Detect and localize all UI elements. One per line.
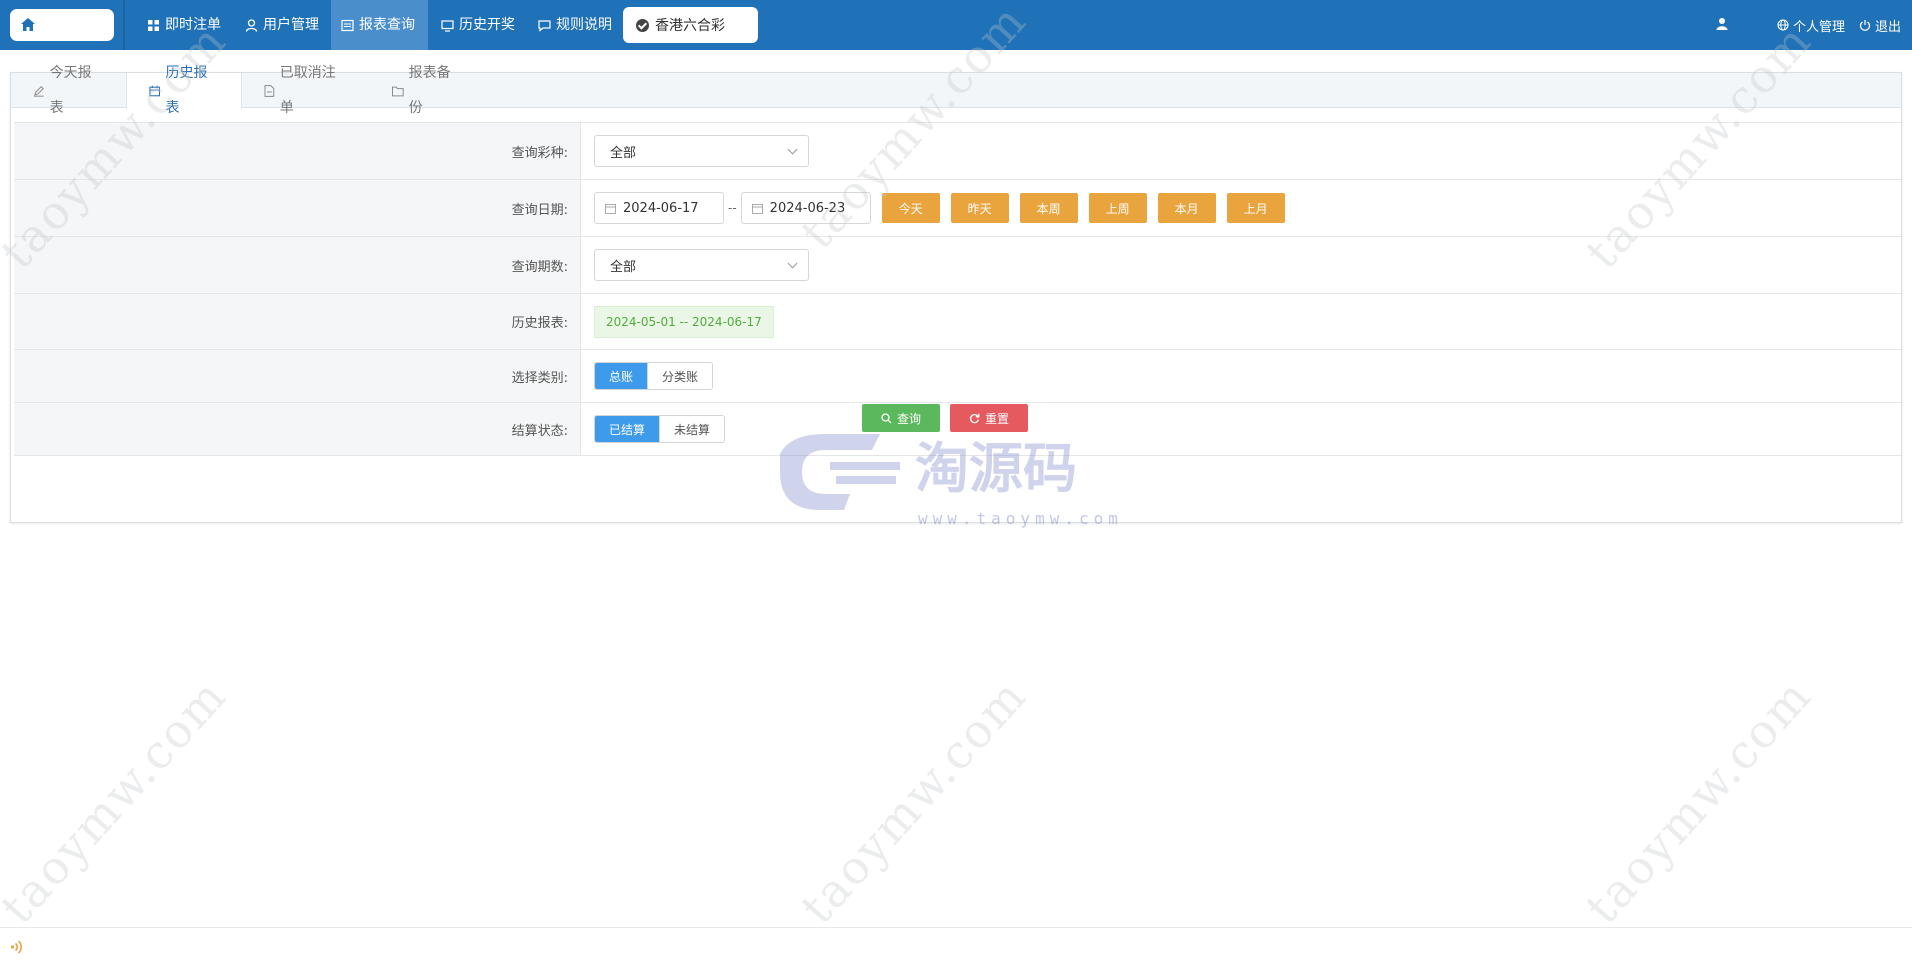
quick-this-month-button[interactable]: 本月 <box>1157 193 1216 223</box>
calendar-icon <box>751 203 763 214</box>
field-label: 查询彩种: <box>14 123 581 179</box>
calendar-icon <box>149 85 161 97</box>
date-separator: -- <box>728 201 737 215</box>
lottery-type-select[interactable]: 全部 <box>594 135 809 167</box>
period-select[interactable]: 全部 <box>594 249 809 281</box>
query-button[interactable]: 查询 <box>862 404 940 432</box>
form-row-lottery-type: 查询彩种: 全部 <box>14 123 1901 180</box>
form-row-period: 查询期数: 全部 <box>14 237 1901 294</box>
home-button[interactable] <box>10 9 114 41</box>
field-label: 历史报表: <box>14 294 581 349</box>
tab-today-report[interactable]: 今天报表 <box>11 65 126 116</box>
nav-label: 用户管理 <box>263 17 319 33</box>
calendar-icon <box>605 203 616 214</box>
personal-label: 个人管理 <box>1793 19 1846 35</box>
quick-yesterday-button[interactable]: 昨天 <box>950 193 1009 223</box>
chevron-down-icon <box>787 144 798 155</box>
start-date-input[interactable]: 2024-06-17 <box>594 192 724 224</box>
nav-item-history-draws[interactable]: 历史开奖 <box>431 0 525 50</box>
pencil-icon <box>33 85 44 97</box>
monitor-icon <box>441 19 454 32</box>
report-panel: 今天报表 历史报表 已取消注单 报表备份 查询彩种: 全部 查询日期: 2024… <box>10 65 1902 523</box>
field-value: 已结算 未结算 <box>594 403 726 455</box>
field-value: 2024-05-01 -- 2024-06-17 <box>594 294 774 349</box>
refresh-icon <box>969 413 980 423</box>
field-label: 查询期数: <box>14 237 581 293</box>
check-circle-icon <box>636 18 649 32</box>
quick-last-week-button[interactable]: 上周 <box>1088 193 1147 223</box>
field-label: 结算状态: <box>14 403 581 455</box>
nav-divider <box>123 0 125 50</box>
report-tabs: 今天报表 历史报表 已取消注单 报表备份 <box>11 65 1901 116</box>
category-toggle: 总账 分类账 <box>594 362 714 390</box>
watermark-text: taoymw.com <box>1574 668 1822 934</box>
status-option-unsettled[interactable]: 未结算 <box>659 416 725 442</box>
folder-icon <box>392 86 404 96</box>
tab-label: 已取消注单 <box>279 65 336 116</box>
chat-icon <box>538 19 551 32</box>
chevron-down-icon <box>787 258 798 269</box>
lottery-name: 香港六合彩 <box>655 18 725 34</box>
top-navbar: 即时注单 用户管理 报表查询 历史开奖 规则说明 香港六合彩 个人管理 退出 <box>0 0 1912 50</box>
grid-icon <box>148 19 159 31</box>
globe-icon <box>1777 19 1789 31</box>
field-value: 全部 <box>594 123 809 179</box>
tab-cancelled-bets[interactable]: 已取消注单 <box>242 65 370 116</box>
quick-last-month-button[interactable]: 上月 <box>1226 193 1285 223</box>
user-avatar-icon[interactable] <box>1716 17 1728 31</box>
lottery-selector[interactable]: 香港六合彩 <box>623 7 758 43</box>
reset-label: 重置 <box>984 411 1009 426</box>
tab-label: 今天报表 <box>49 65 92 116</box>
user-icon <box>245 18 258 32</box>
power-icon <box>1859 20 1871 31</box>
nav-item-rules[interactable]: 规则说明 <box>528 0 622 50</box>
nav-label: 即时注单 <box>165 17 221 33</box>
form-row-date: 查询日期: 2024-06-17 -- 2024-06-23 今天 昨天 本周 … <box>14 180 1901 237</box>
query-label: 查询 <box>896 411 921 426</box>
end-date-value: 2024-06-23 <box>769 200 846 216</box>
nav-item-instant-bets[interactable]: 即时注单 <box>137 0 231 50</box>
status-option-settled[interactable]: 已结算 <box>595 416 660 442</box>
watermark-text: taoymw.com <box>0 668 237 934</box>
tab-label: 历史报表 <box>165 65 208 116</box>
nav-item-report-query[interactable]: 报表查询 <box>331 0 428 50</box>
history-range-badge[interactable]: 2024-05-01 -- 2024-06-17 <box>594 305 774 338</box>
end-date-input[interactable]: 2024-06-23 <box>740 192 871 224</box>
footer-bar <box>0 927 1912 966</box>
quick-this-week-button[interactable]: 本周 <box>1019 193 1078 223</box>
form-row-history-report: 历史报表: 2024-05-01 -- 2024-06-17 <box>14 294 1901 350</box>
tab-label: 报表备份 <box>408 65 451 116</box>
select-value: 全部 <box>610 259 637 275</box>
nav-item-user-management[interactable]: 用户管理 <box>235 0 329 50</box>
logout-label: 退出 <box>1875 19 1902 35</box>
form-row-category: 选择类别: 总账 分类账 <box>14 350 1901 403</box>
sound-icon[interactable] <box>10 939 24 955</box>
start-date-value: 2024-06-17 <box>623 200 699 216</box>
tab-history-report[interactable]: 历史报表 <box>126 65 242 116</box>
field-value: 全部 <box>594 237 809 293</box>
select-value: 全部 <box>610 145 637 161</box>
report-icon <box>341 19 354 31</box>
nav-label: 规则说明 <box>556 17 612 33</box>
tab-report-backup[interactable]: 报表备份 <box>370 65 485 116</box>
settlement-toggle: 已结算 未结算 <box>594 415 726 443</box>
field-value: 总账 分类账 <box>594 350 714 402</box>
nav-label: 历史开奖 <box>459 17 515 33</box>
personal-management-link[interactable]: 个人管理 <box>1777 0 1845 50</box>
logout-link[interactable]: 退出 <box>1859 0 1901 50</box>
search-icon <box>881 412 892 423</box>
nav-label: 报表查询 <box>359 17 415 33</box>
category-option-classified[interactable]: 分类账 <box>647 363 713 389</box>
home-icon <box>21 18 35 31</box>
field-label: 查询日期: <box>14 180 581 236</box>
file-icon <box>264 85 275 97</box>
field-label: 选择类别: <box>14 350 581 402</box>
watermark-text: taoymw.com <box>789 668 1037 934</box>
quick-today-button[interactable]: 今天 <box>881 193 940 223</box>
category-option-general[interactable]: 总账 <box>595 363 648 389</box>
field-value: 2024-06-17 -- 2024-06-23 今天 昨天 本周 上周 本月 … <box>594 180 1285 236</box>
form-actions: 查询 重置 <box>862 404 1028 432</box>
reset-button[interactable]: 重置 <box>950 404 1028 432</box>
